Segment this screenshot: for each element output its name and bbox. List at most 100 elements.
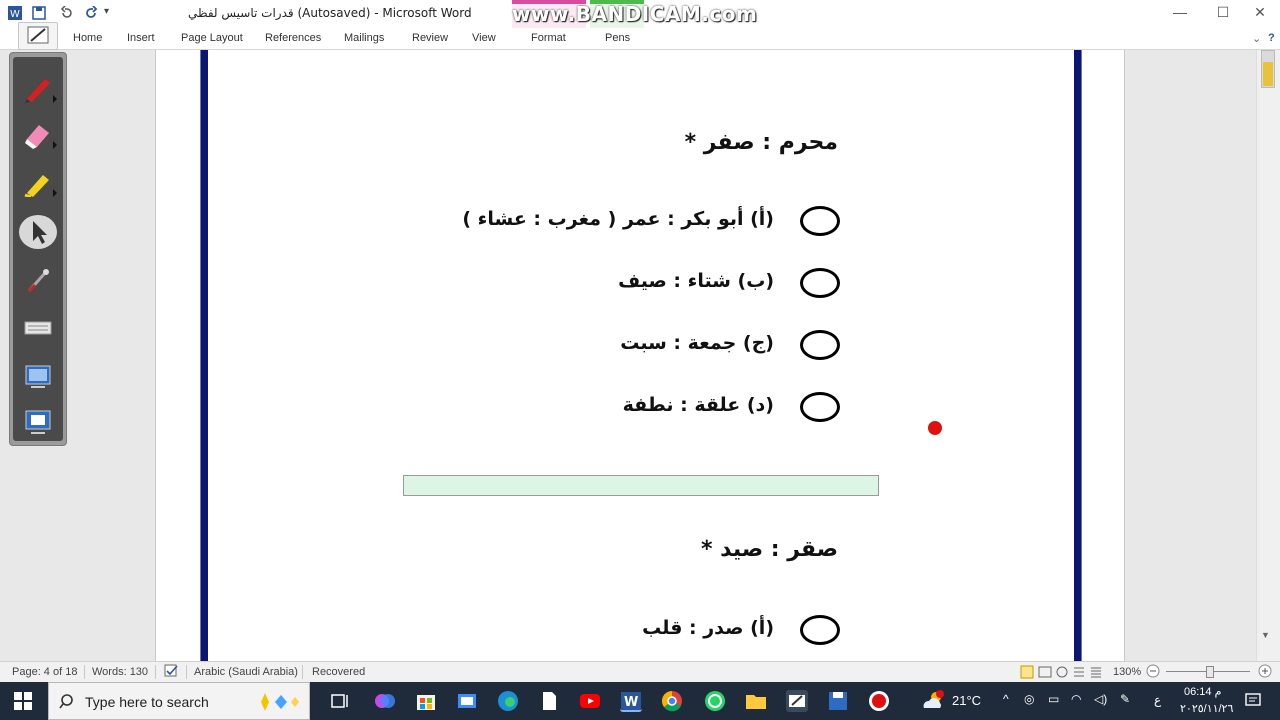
search-highlight-icon (253, 689, 305, 720)
full-screen-reading-icon[interactable] (1038, 665, 1052, 682)
pen-mode-button[interactable] (18, 22, 58, 50)
task-view-icon[interactable] (329, 690, 351, 712)
window-title: قدرات تاسيس لفظي (Autosaved) - Microsoft… (188, 6, 472, 20)
document-area[interactable]: محرم : صفر * (أ) أبو بكر : عمر ( مغرب : … (0, 50, 1256, 661)
question-2-title: صقر : صيد * (700, 537, 838, 562)
question-2-radio-a[interactable] (800, 615, 840, 645)
page-count[interactable]: Page: 4 of 18 (12, 666, 77, 678)
status-separator (186, 665, 187, 679)
microsoft-store-icon[interactable] (415, 690, 437, 712)
wifi-icon[interactable]: ◠ (1071, 692, 1081, 706)
question-1-radio-d[interactable] (800, 392, 840, 422)
draft-view-icon[interactable] (1089, 665, 1103, 682)
input-language-indicator[interactable]: ع (1154, 693, 1161, 707)
volume-icon[interactable]: ◁) (1094, 692, 1107, 706)
question-1-radio-a[interactable] (800, 206, 840, 236)
status-separator (84, 665, 85, 679)
search-icon (59, 693, 77, 716)
tab-page-layout[interactable]: Page Layout (181, 32, 243, 44)
word-count[interactable]: Words: 130 (92, 666, 148, 678)
eraser-icon[interactable] (23, 119, 57, 149)
tab-mailings[interactable]: Mailings (344, 32, 384, 44)
slide-screen-icon[interactable] (23, 361, 53, 391)
taskbar-search-box[interactable]: Type here to search (48, 682, 310, 720)
redo-icon[interactable] (84, 5, 98, 22)
copilot-icon[interactable] (374, 690, 396, 712)
file-icon[interactable] (538, 690, 560, 712)
question-1-option-c[interactable]: (ج) جمعة : سبت (620, 332, 774, 354)
ruler-toggle-icon[interactable] (1263, 62, 1273, 86)
bandicam-record-icon[interactable] (868, 690, 890, 712)
language-indicator[interactable]: Arabic (Saudi Arabia) (194, 666, 298, 678)
weather-icon[interactable] (920, 690, 946, 712)
save-icon[interactable] (32, 6, 46, 22)
edge-browser-icon[interactable] (497, 690, 519, 712)
status-separator (302, 665, 303, 679)
outline-view-icon[interactable] (1072, 665, 1086, 682)
scroll-down-arrow-icon[interactable]: ▼ (1261, 630, 1270, 640)
undo-icon[interactable] (60, 5, 74, 22)
bandicam-watermark: www.BANDICAM.com (512, 2, 758, 26)
print-layout-view-icon[interactable] (1020, 665, 1034, 682)
question-1-option-d[interactable]: (د) علقة : نطفة (623, 394, 774, 416)
document-page[interactable]: محرم : صفر * (أ) أبو بكر : عمر ( مغرب : … (155, 50, 1125, 661)
tab-references[interactable]: References (265, 32, 321, 44)
laser-pointer-icon[interactable] (23, 265, 53, 295)
show-hidden-icons-icon[interactable]: ^ (1003, 692, 1009, 706)
maximize-button[interactable]: ☐ (1203, 4, 1243, 24)
keyboard-icon[interactable] (23, 313, 53, 343)
section-divider-bar (403, 475, 879, 496)
network-adapter-icon[interactable]: ◎ (1024, 692, 1034, 706)
tab-format[interactable]: Format (531, 32, 566, 44)
minimize-button[interactable]: — (1160, 4, 1200, 24)
word-taskbar-icon[interactable]: W (620, 690, 642, 712)
zoom-slider-thumb[interactable] (1206, 666, 1214, 678)
recovered-status: Recovered (312, 666, 366, 678)
notification-center-icon[interactable] (1244, 691, 1262, 712)
whatsapp-icon[interactable] (704, 690, 726, 712)
red-pen-icon[interactable] (23, 73, 57, 103)
zoom-level[interactable]: 130% (1113, 666, 1141, 678)
clock-date[interactable]: ٢٠٢٥/١١/٢٦ (1180, 702, 1233, 715)
question-1-title: محرم : صفر * (684, 130, 838, 155)
page-border-right (1074, 50, 1082, 661)
pen-workspace-icon[interactable]: ✎ (1120, 692, 1130, 706)
question-1-radio-b[interactable] (800, 268, 840, 298)
select-pointer-icon[interactable] (19, 215, 57, 249)
vertical-scrollbar[interactable]: ▼ (1256, 50, 1280, 661)
tab-pens[interactable]: Pens (605, 32, 630, 44)
screen-options-icon[interactable] (23, 407, 53, 437)
question-1-option-a[interactable]: (أ) أبو بكر : عمر ( مغرب : عشاء ) (462, 208, 774, 230)
tab-insert[interactable]: Insert (127, 32, 155, 44)
tab-review[interactable]: Review (412, 32, 448, 44)
youtube-icon[interactable] (579, 690, 601, 712)
save-disk-taskbar-icon[interactable] (827, 690, 849, 712)
zoom-in-icon[interactable] (1258, 664, 1272, 681)
battery-icon[interactable]: ▭ (1048, 692, 1059, 706)
web-layout-icon[interactable] (1055, 665, 1069, 682)
pen-cursor-dot (928, 421, 942, 435)
tab-view[interactable]: View (472, 32, 496, 44)
customize-qat-icon[interactable]: ▾ (104, 6, 109, 22)
file-explorer-icon[interactable] (745, 690, 767, 712)
question-1-radio-c[interactable] (800, 330, 840, 360)
temperature[interactable]: 21°C (952, 693, 981, 708)
question-1-option-b[interactable]: (ب) شتاء : صيف (618, 270, 774, 292)
pen-tool-taskbar-icon[interactable] (786, 690, 808, 712)
proofing-icon[interactable] (164, 664, 180, 681)
expand-ribbon-icon[interactable]: ⌄ (1252, 32, 1261, 45)
highlighter-icon[interactable] (23, 167, 57, 199)
chrome-icon[interactable] (661, 690, 683, 712)
word-app-icon: W (8, 6, 22, 22)
pen-toolbox-panel (13, 57, 63, 441)
windows-start-icon[interactable] (14, 692, 32, 715)
pen-toolbox (9, 52, 67, 446)
zoom-out-icon[interactable] (1146, 664, 1160, 681)
tab-home[interactable]: Home (73, 32, 102, 44)
news-app-icon[interactable] (456, 690, 478, 712)
help-icon[interactable]: ? (1268, 32, 1275, 44)
clock-time[interactable]: 06:14 م (1184, 685, 1221, 698)
svg-text:W: W (624, 695, 638, 710)
close-button[interactable]: ✕ (1240, 4, 1280, 24)
question-2-option-a[interactable]: (أ) صدر : قلب (642, 617, 774, 639)
